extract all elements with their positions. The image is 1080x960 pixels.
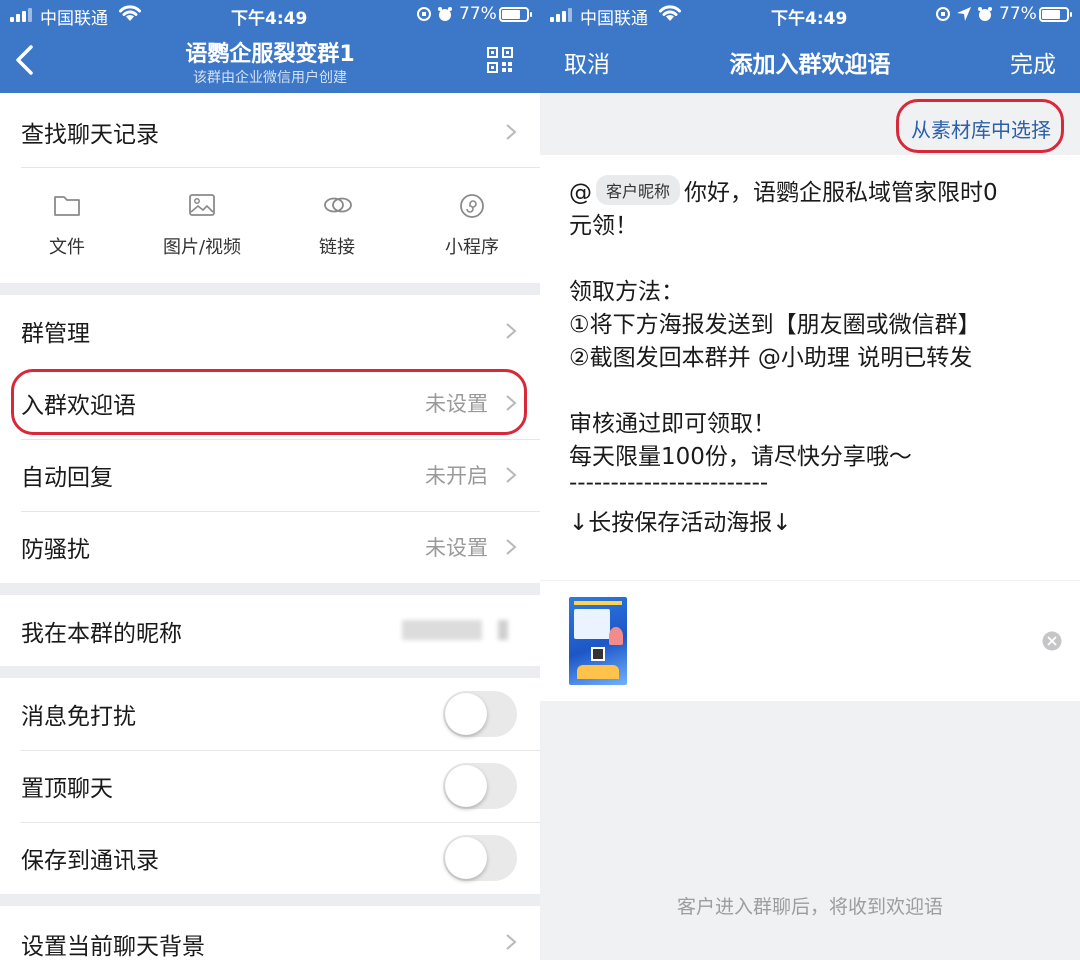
nickname-section: 我在本群的昵称 [0,595,540,666]
save-contacts-row: 保存到通讯录 [0,822,540,894]
chat-background-label: 设置当前聊天背景 [21,934,205,960]
group-manage-label: 群管理 [21,321,90,347]
folder-icon [54,196,80,216]
attachment-row [540,581,1080,701]
attachment-file[interactable]: 文件 [12,193,122,263]
attachment-mini-program[interactable]: 小程序 [417,193,527,263]
group-settings-screen: 中国联通 下午4:49 77% 语鹦企服裂变群1 该群由企业微信用户创建 查找聊… [0,0,540,960]
status-bar: 中国联通 下午4:49 77% [540,0,1080,30]
signal-icon [10,8,36,22]
mute-toggle[interactable] [443,691,517,737]
group-nickname-label: 我在本群的昵称 [21,621,182,647]
attachment-link-label: 链接 [319,237,355,258]
group-manage-row[interactable]: 群管理 [0,295,540,367]
search-chat-history-row[interactable]: 查找聊天记录 [0,96,540,168]
battery-percent: 77% [999,4,1037,24]
chat-toggles-section: 消息免打扰 置顶聊天 保存到通讯录 [0,678,540,894]
footer-hint: 客户进入群聊后，将收到欢迎语 [676,896,943,918]
signal-icon [550,8,576,22]
cancel-button[interactable]: 取消 [564,45,610,79]
message-line-2: 元领！ [569,213,638,239]
poster-thumbnail[interactable] [569,597,627,685]
nav-bar: 中国联通 下午4:49 77% 语鹦企服裂变群1 该群由企业微信用户创建 [0,0,540,93]
mini-program-icon [460,194,484,218]
status-time: 下午4:49 [771,9,848,29]
message-line-5: ②截图发回本群并 @小助理 说明已转发 [569,345,973,371]
alarm-icon [438,7,452,21]
remove-attachment-icon[interactable] [1042,631,1062,651]
save-contacts-label: 保存到通讯录 [21,848,159,874]
alarm-icon [978,7,992,21]
image-icon [189,194,215,216]
orientation-lock-icon [417,7,431,21]
carrier-label: 中国联通 [580,9,648,29]
add-welcome-message-screen: 中国联通 下午4:49 77% 取消 添加入群欢迎语 完成 从素材库中选择 @ … [540,0,1080,960]
mute-label: 消息免打扰 [21,704,136,730]
orientation-lock-icon [936,7,950,21]
wifi-icon [119,5,141,21]
message-line-7: 每天限量100份，请尽快分享哦～ [569,444,912,470]
chevron-right-icon [506,467,517,483]
pin-chat-toggle[interactable] [443,763,517,809]
group-nickname-row[interactable]: 我在本群的昵称 [0,595,540,666]
nav-bar: 中国联通 下午4:49 77% 取消 添加入群欢迎语 完成 [540,0,1080,93]
attachment-file-label: 文件 [49,237,85,258]
search-chat-history-label: 查找聊天记录 [21,122,159,148]
qr-code-icon[interactable] [487,47,513,73]
group-settings-section: 群管理 入群欢迎语 未设置 自动回复 未开启 防骚扰 未设置 [0,295,540,583]
auto-reply-label: 自动回复 [21,465,113,491]
carrier-label: 中国联通 [40,9,108,29]
attachment-link[interactable]: 链接 [282,193,392,263]
wifi-icon [659,5,681,21]
link-icon [324,197,352,213]
mute-row: 消息免打扰 [0,678,540,750]
anti-harass-row[interactable]: 防骚扰 未设置 [0,511,540,583]
pin-chat-row: 置顶聊天 [0,750,540,822]
material-highlight-box [896,99,1064,153]
chevron-right-icon [506,934,517,950]
auto-reply-row[interactable]: 自动回复 未开启 [0,439,540,511]
attachment-mini-program-label: 小程序 [445,237,499,258]
group-title: 语鹦企服裂变群1 [185,42,355,67]
status-time: 下午4:49 [231,9,308,29]
welcome-highlight-box [11,369,527,435]
blurred-nickname [402,618,508,642]
group-subtitle: 该群由企业微信用户创建 [193,70,347,86]
chevron-right-icon [506,539,517,555]
message-line-8: ------------------------ [569,470,769,496]
auto-reply-value: 未开启 [425,464,488,488]
battery-icon [499,7,532,22]
battery-icon [1039,7,1072,22]
chevron-right-icon [506,124,517,140]
customer-nickname-tag[interactable]: 客户昵称 [596,175,681,205]
page-title: 添加入群欢迎语 [729,52,891,78]
message-line-3: 领取方法： [569,279,684,305]
chevron-right-icon [506,323,517,339]
attachment-image-label: 图片/视频 [162,237,242,258]
chat-background-section: 设置当前聊天背景 [0,906,540,960]
pin-chat-label: 置顶聊天 [21,776,113,802]
status-bar: 中国联通 下午4:49 77% [0,0,540,30]
location-arrow-icon [957,7,971,21]
save-contacts-toggle[interactable] [443,835,517,881]
anti-harass-value: 未设置 [425,536,488,560]
message-line-9: ↓长按保存活动海报↓ [569,510,792,536]
battery-percent: 77% [459,4,497,24]
done-button[interactable]: 完成 [1010,45,1056,79]
chat-background-row[interactable]: 设置当前聊天背景 [0,906,540,960]
attachment-image-video[interactable]: 图片/视频 [147,193,257,263]
message-line-6: 审核通过即可领取！ [569,411,776,437]
anti-harass-label: 防骚扰 [21,537,90,563]
message-line-1: @ 客户昵称 你好，语鹦企服私域管家限时0 [569,173,998,207]
message-editor[interactable]: @ 客户昵称 你好，语鹦企服私域管家限时0 元领！ 领取方法： ①将下方海报发送到【… [540,155,1080,580]
message-line-4: ①将下方海报发送到【朋友圈或微信群】 [569,312,981,338]
